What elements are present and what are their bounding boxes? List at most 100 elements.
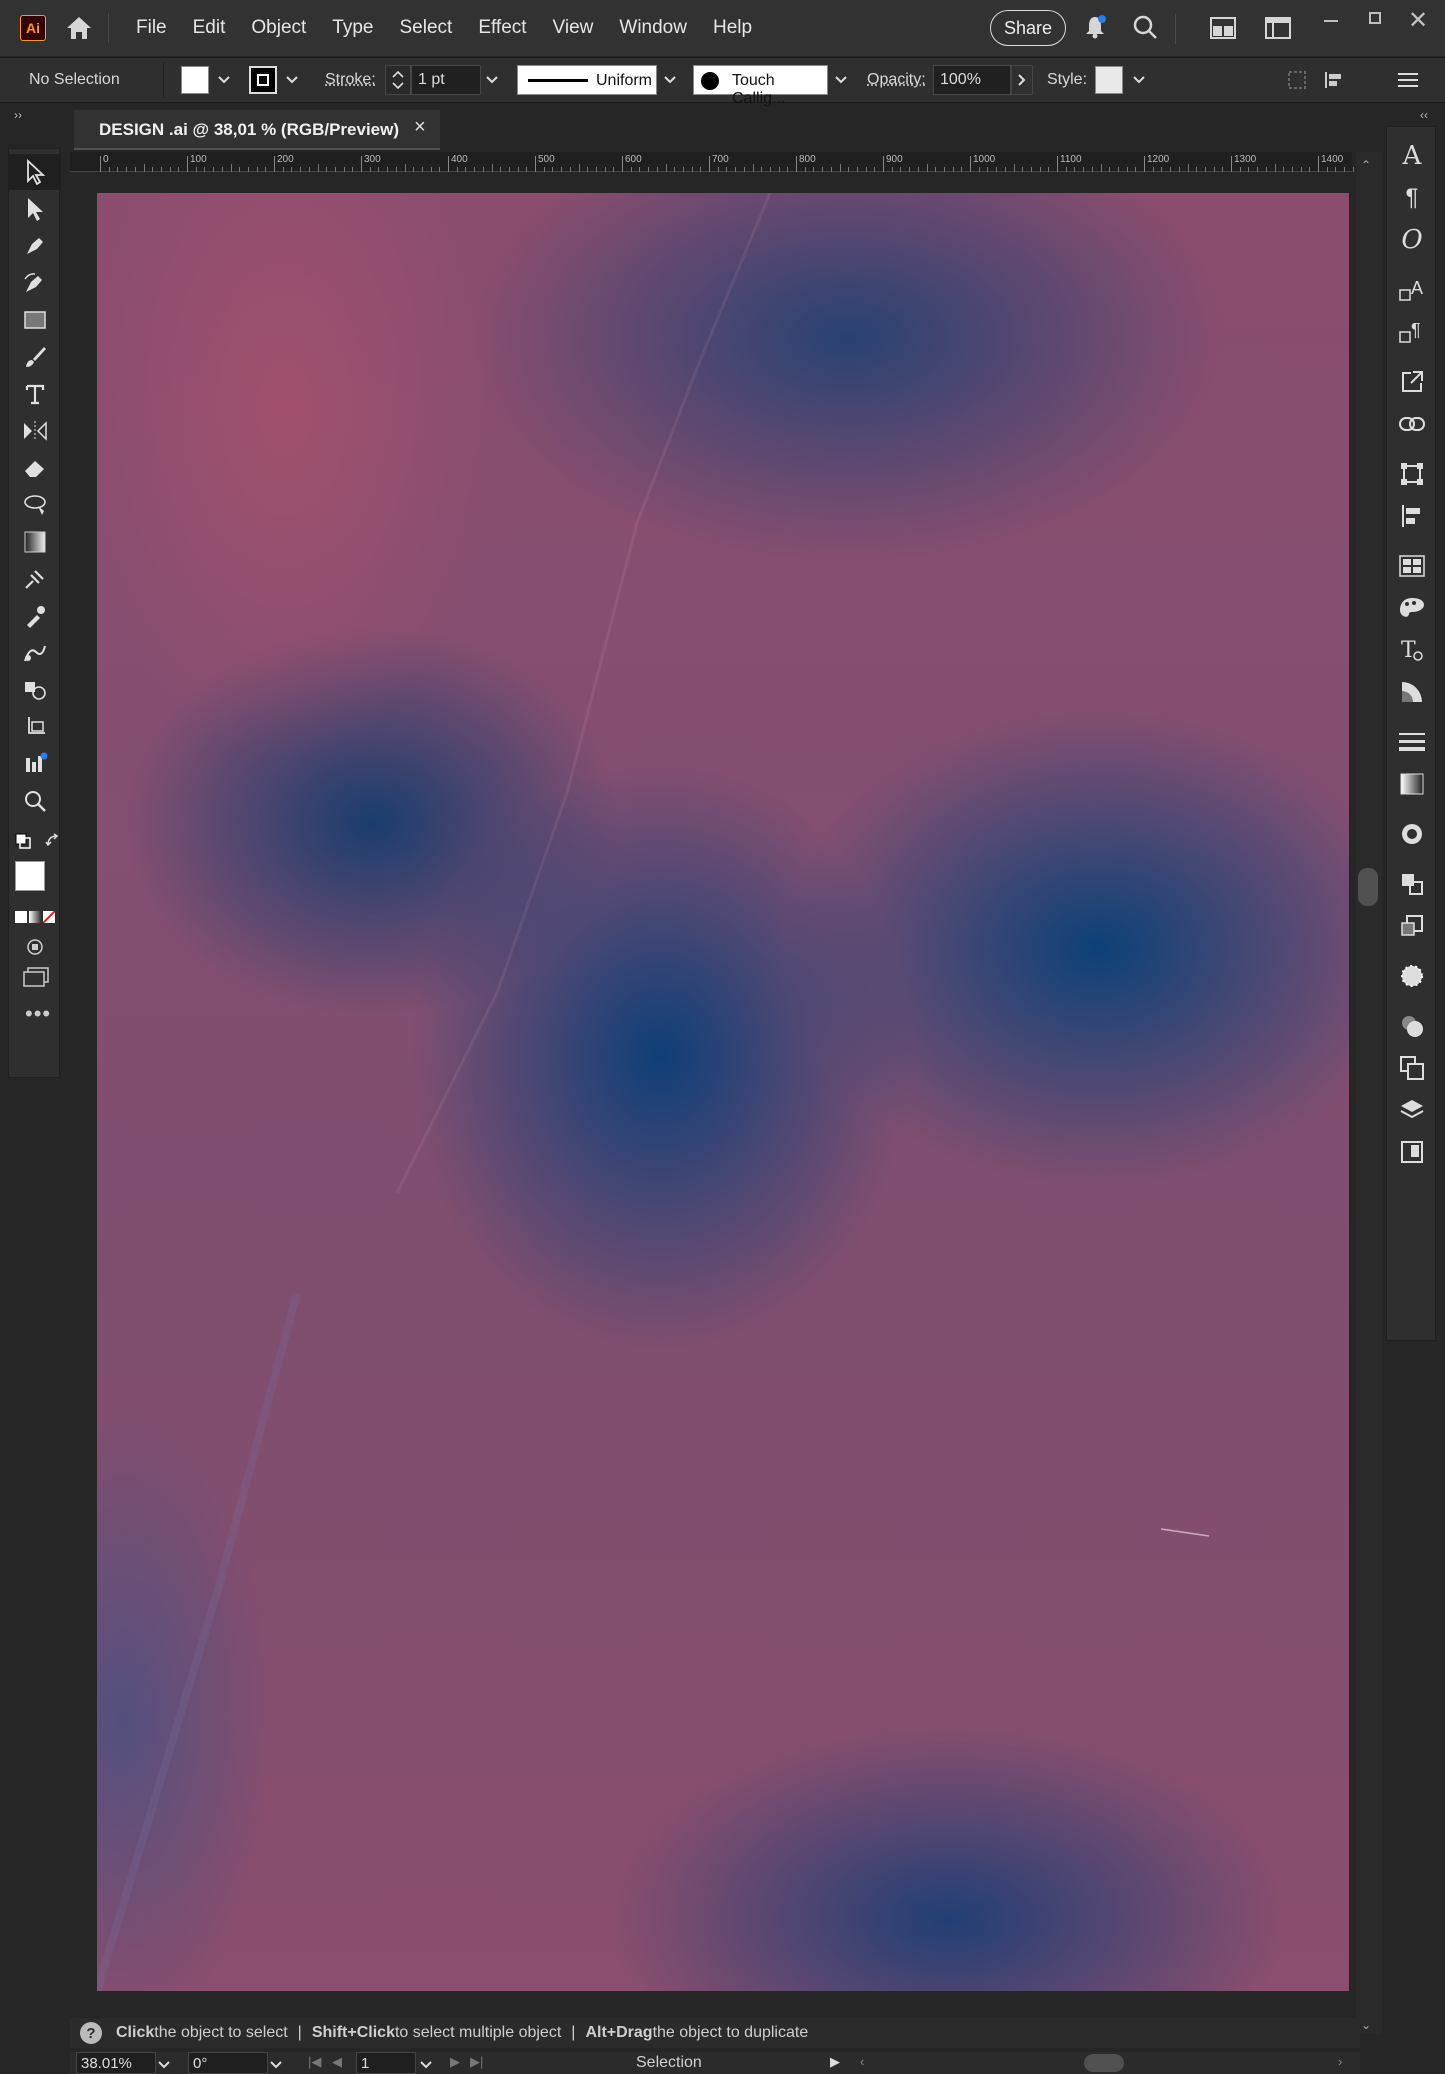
align-panel-icon[interactable] xyxy=(1387,497,1437,535)
next-artboard-icon[interactable]: ▶ xyxy=(450,2054,460,2070)
character-styles-icon[interactable]: A xyxy=(1387,271,1437,309)
minimize-icon[interactable] xyxy=(1324,20,1338,22)
share-button[interactable]: Share xyxy=(990,10,1066,46)
eraser-tool-icon[interactable] xyxy=(9,450,61,486)
maximize-icon[interactable] xyxy=(1369,12,1381,24)
close-tab-icon[interactable]: × xyxy=(414,116,426,139)
direct-selection-tool-icon[interactable] xyxy=(9,191,61,227)
color-guide-icon[interactable] xyxy=(1387,673,1437,711)
image-trace-icon[interactable] xyxy=(1387,957,1437,995)
help-icon[interactable]: ? xyxy=(80,2022,102,2044)
lasso-tool-icon[interactable] xyxy=(9,487,61,523)
export-icon[interactable] xyxy=(1387,363,1437,401)
graph-tool-icon[interactable] xyxy=(9,746,61,782)
brush-definition[interactable]: Touch Callig... xyxy=(693,65,828,107)
scroll-left-icon[interactable]: ‹ xyxy=(860,2054,864,2069)
curvature-tool-icon[interactable] xyxy=(9,265,61,301)
character-panel-icon[interactable]: A xyxy=(1387,137,1437,175)
transform-icon[interactable] xyxy=(1287,70,1307,95)
transparency-icon[interactable] xyxy=(1387,907,1437,945)
artboard-number-field[interactable]: 1 xyxy=(356,2052,416,2074)
notification-icon[interactable] xyxy=(1082,14,1108,45)
scroll-down-icon[interactable]: ⌄ xyxy=(1361,2018,1371,2032)
opacity-label[interactable]: Opacity: xyxy=(867,71,926,89)
screen-mode-icon[interactable] xyxy=(23,967,49,992)
eyedropper-tool-icon[interactable] xyxy=(9,598,61,634)
paragraph-styles-icon[interactable]: ¶ xyxy=(1387,313,1437,351)
current-tool-status[interactable]: Selection xyxy=(636,2054,702,2072)
transform-panel-icon[interactable] xyxy=(1387,455,1437,493)
asset-export-icon[interactable] xyxy=(1387,1133,1437,1171)
chevron-down-icon[interactable] xyxy=(481,65,503,95)
reflect-tool-icon[interactable] xyxy=(9,413,61,449)
status-menu-icon[interactable]: ▶ xyxy=(830,2054,840,2070)
artboard-tool-icon[interactable] xyxy=(9,709,61,745)
swatches-icon[interactable] xyxy=(1387,547,1437,585)
type-tool-icon[interactable] xyxy=(9,376,61,412)
blend-tool-icon[interactable] xyxy=(9,635,61,671)
draw-mode-icon[interactable] xyxy=(25,937,45,962)
none-mode-icon[interactable] xyxy=(43,911,55,923)
gradient-tool-icon[interactable] xyxy=(9,524,61,560)
document-tab[interactable]: DESIGN .ai @ 38,01 % (RGB/Preview) × xyxy=(74,110,440,150)
rotation-field[interactable]: 0° xyxy=(188,2052,268,2074)
more-tools-icon[interactable]: ••• xyxy=(25,1001,51,1027)
default-colors-icon[interactable] xyxy=(15,833,31,854)
selection-tool-icon[interactable] xyxy=(9,154,61,190)
opacity-input[interactable]: 100% xyxy=(933,65,1011,95)
collapse-toolbar-icon[interactable]: ›› xyxy=(14,108,22,122)
variable-width-profile[interactable]: Uniform xyxy=(517,65,657,95)
zoom-tool-icon[interactable] xyxy=(9,783,61,819)
vertical-scrollbar[interactable]: ⌃ ⌄ xyxy=(1356,152,1382,2034)
appearance-icon[interactable] xyxy=(1387,815,1437,853)
fill-swatch[interactable] xyxy=(181,66,209,94)
horizontal-ruler[interactable]: 0 100 200 300 400 500 600 700 800 900 1000 1100 1200… xyxy=(70,152,1398,172)
last-artboard-icon[interactable]: ▶| xyxy=(470,2054,483,2070)
chevron-down-icon[interactable] xyxy=(158,2056,170,2074)
align-icon[interactable] xyxy=(1323,70,1345,95)
artboards-panel-icon[interactable] xyxy=(1387,1049,1437,1087)
vertical-scroll-thumb[interactable] xyxy=(1358,868,1378,906)
glyphs-icon[interactable]: T xyxy=(1387,631,1437,669)
menu-icon[interactable] xyxy=(1398,72,1418,93)
scroll-right-icon[interactable]: › xyxy=(1338,2054,1342,2069)
shape-builder-tool-icon[interactable] xyxy=(9,672,61,708)
chevron-down-icon[interactable] xyxy=(420,2056,432,2074)
swap-colors-icon[interactable] xyxy=(45,833,61,854)
pen-tool-icon[interactable] xyxy=(9,228,61,264)
stroke-swatch[interactable] xyxy=(249,66,277,94)
scroll-up-icon[interactable]: ⌃ xyxy=(1361,158,1371,172)
close-window-icon[interactable]: ✕ xyxy=(1408,6,1428,35)
chevron-down-icon[interactable] xyxy=(659,65,681,95)
pathfinder-icon[interactable] xyxy=(1387,865,1437,903)
graphic-styles-icon[interactable] xyxy=(1387,1007,1437,1045)
menu-object[interactable]: Object xyxy=(238,17,319,39)
graphic-style-swatch[interactable] xyxy=(1095,66,1123,94)
fill-color-swatch[interactable] xyxy=(15,861,45,891)
color-panel-icon[interactable] xyxy=(1387,589,1437,627)
workspace-icon[interactable] xyxy=(1210,17,1236,44)
menu-select[interactable]: Select xyxy=(387,17,466,39)
menu-help[interactable]: Help xyxy=(700,17,765,39)
search-icon[interactable] xyxy=(1132,14,1158,45)
layers-icon[interactable] xyxy=(1387,1091,1437,1129)
menu-window[interactable]: Window xyxy=(606,17,700,39)
color-mode-icon[interactable] xyxy=(15,911,27,923)
stroke-stepper[interactable] xyxy=(385,65,411,95)
menu-file[interactable]: File xyxy=(123,17,180,39)
rectangle-tool-icon[interactable] xyxy=(9,302,61,338)
arrange-documents-icon[interactable] xyxy=(1265,17,1291,44)
chevron-down-icon[interactable] xyxy=(830,65,852,95)
collapse-panels-icon[interactable]: ‹‹ xyxy=(1420,108,1428,122)
menu-type[interactable]: Type xyxy=(319,17,386,39)
chevron-down-icon[interactable] xyxy=(281,65,303,95)
stroke-weight-input[interactable]: 1 pt xyxy=(411,65,481,95)
mesh-tool-icon[interactable] xyxy=(9,561,61,597)
first-artboard-icon[interactable]: |◀ xyxy=(308,2054,321,2070)
menu-effect[interactable]: Effect xyxy=(465,17,539,39)
chevron-right-icon[interactable] xyxy=(1011,65,1033,95)
artboard-gradient-artwork[interactable] xyxy=(97,193,1349,1991)
previous-artboard-icon[interactable]: ◀ xyxy=(332,2054,342,2070)
zoom-level-field[interactable]: 38.01% xyxy=(76,2052,156,2074)
gradient-panel-icon[interactable] xyxy=(1387,765,1437,803)
